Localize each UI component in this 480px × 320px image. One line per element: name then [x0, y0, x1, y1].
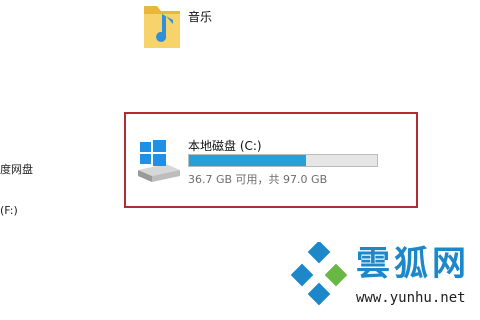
music-folder[interactable]: 音乐 [136, 0, 256, 60]
yunhu-logo-icon [286, 240, 352, 308]
windows-drive-icon [136, 138, 182, 184]
drive-c-usage-fill [189, 155, 306, 166]
drive-c-usage-bar [188, 154, 378, 167]
watermark: 雲狐网 www.yunhu.net [286, 236, 480, 320]
music-folder-label: 音乐 [188, 10, 213, 24]
watermark-text: 雲狐网 [356, 244, 470, 284]
nav-item-cloud-drive[interactable]: 度网盘 [0, 161, 33, 177]
nav-item-drive-f-label: (F:) [0, 204, 18, 217]
music-folder-icon [142, 0, 182, 52]
drive-c-name: 本地磁盘 (C:) [188, 139, 262, 153]
nav-item-drive-f[interactable]: (F:) [0, 204, 18, 217]
navigation-pane: 度网盘 (F:) [0, 150, 60, 230]
nav-item-cloud-drive-label: 度网盘 [0, 163, 33, 176]
watermark-url: www.yunhu.net [356, 290, 466, 306]
drive-c-space-text: 36.7 GB 可用，共 97.0 GB [188, 173, 328, 186]
drive-c-tile[interactable]: 本地磁盘 (C:) 36.7 GB 可用，共 97.0 GB [124, 112, 418, 208]
